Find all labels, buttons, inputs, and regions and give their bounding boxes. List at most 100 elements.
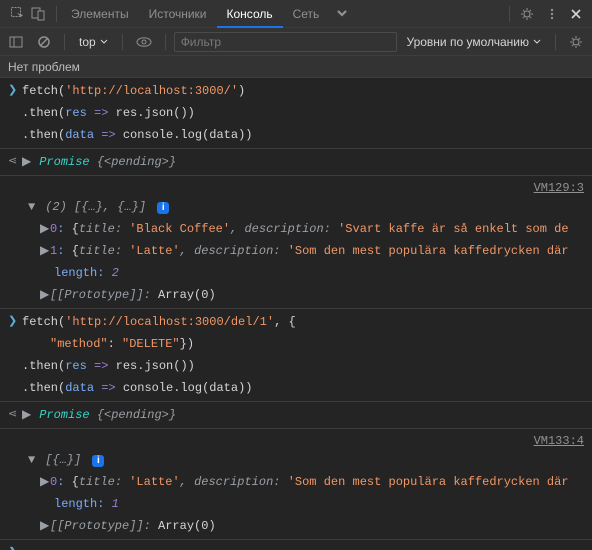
array-item[interactable]: ▶0: {title: 'Latte', description: 'Som d…: [0, 471, 592, 493]
console-output: ❯ fetch('http://localhost:3000/') .then(…: [0, 78, 592, 550]
code-text: res: [65, 106, 87, 120]
log-array-summary[interactable]: ▼ (2) [{…}, {…}] i: [0, 196, 592, 218]
collapse-icon[interactable]: ▼: [28, 452, 38, 468]
separator: [165, 34, 166, 50]
prop-key: [[Prototype]]: [50, 519, 144, 533]
console-input-row: .then(data => console.log(data)): [0, 377, 592, 399]
code-text: .then: [22, 106, 58, 120]
array-length: length: 2: [0, 262, 592, 284]
tab-network[interactable]: Сеть: [283, 0, 330, 28]
source-link[interactable]: VM133:4: [534, 434, 584, 448]
expand-icon[interactable]: ▶: [22, 154, 32, 170]
source-ref-row: VM129:3: [0, 178, 592, 196]
code-text: data: [209, 381, 238, 395]
code-text: res: [65, 359, 87, 373]
levels-label: Уровни по умолчанию: [407, 35, 530, 49]
filter-input[interactable]: [174, 32, 397, 52]
code-text: 'http://localhost:3000/del/1': [65, 315, 274, 329]
tab-elements[interactable]: Элементы: [61, 0, 139, 28]
tab-console[interactable]: Консоль: [217, 0, 283, 28]
object-name: Promise: [39, 408, 89, 422]
expand-icon[interactable]: ▶: [40, 287, 50, 303]
array-preview: [{…}]: [45, 453, 81, 467]
array-item[interactable]: ▶1: {title: 'Latte', description: 'Som d…: [0, 240, 592, 262]
source-link[interactable]: VM129:3: [534, 181, 584, 195]
prop-val: Array(0): [158, 288, 216, 302]
context-selector[interactable]: top: [73, 35, 114, 49]
prop-key: title:: [79, 244, 122, 258]
prop-key: description:: [244, 222, 330, 236]
expand-icon[interactable]: ▶: [40, 474, 50, 490]
console-input-row: .then(res => res.json()): [0, 355, 592, 377]
console-input-row: ❯ fetch('http://localhost:3000/del/1', {: [0, 311, 592, 333]
device-toolbar-icon[interactable]: [31, 6, 46, 21]
kebab-menu-icon[interactable]: [540, 7, 564, 21]
code-text: .then: [22, 381, 58, 395]
context-label: top: [79, 35, 96, 49]
object-name: Promise: [39, 155, 89, 169]
log-levels-selector[interactable]: Уровни по умолчанию: [401, 35, 548, 49]
inspect-element-icon[interactable]: [10, 6, 25, 21]
more-tabs-icon[interactable]: [329, 7, 355, 21]
code-text: .then: [22, 128, 58, 142]
inspect-tools: [4, 6, 52, 21]
chevron-down-icon: [533, 38, 541, 46]
prop-key: title:: [79, 475, 122, 489]
prop-val: Array(0): [158, 519, 216, 533]
input-caret-icon: ❯: [8, 83, 17, 99]
expand-icon[interactable]: ▶: [22, 407, 32, 423]
prop-val: 1: [112, 497, 119, 511]
console-input-row: .then(data => console.log(data)): [0, 124, 592, 146]
live-expression-icon[interactable]: [131, 36, 157, 48]
console-result-row[interactable]: ⋖ ▶ Promise {<pending>}: [0, 151, 592, 173]
code-text: data: [209, 128, 238, 142]
array-length: length: 1: [0, 493, 592, 515]
result-caret-icon: ⋖: [8, 407, 17, 423]
array-preview: [{…}, {…}]: [74, 200, 146, 214]
array-proto[interactable]: ▶[[Prototype]]: Array(0): [0, 515, 592, 537]
sidebar-toggle-icon[interactable]: [4, 35, 28, 49]
code-text: data: [65, 128, 94, 142]
prop-val: 'Latte': [129, 475, 179, 489]
log-array-summary[interactable]: ▼ [{…}] i: [0, 449, 592, 471]
issues-bar[interactable]: Нет проблем: [0, 56, 592, 78]
prop-val: 'Som den mest populära kaffedrycken där: [288, 244, 569, 258]
settings-icon[interactable]: [514, 7, 540, 21]
prop-key: description:: [194, 475, 280, 489]
devtools-tabbar: Элементы Источники Консоль Сеть: [0, 0, 592, 28]
tab-sources[interactable]: Источники: [139, 0, 217, 28]
result-caret-icon: ⋖: [8, 154, 17, 170]
console-input-row: ❯ fetch('http://localhost:3000/'): [0, 80, 592, 102]
expand-icon[interactable]: ▶: [40, 221, 50, 237]
code-text: .log: [173, 381, 202, 395]
info-badge-icon[interactable]: i: [157, 202, 169, 214]
close-devtools-icon[interactable]: [564, 8, 588, 20]
prop-key: [[Prototype]]: [50, 288, 144, 302]
collapse-icon[interactable]: ▼: [28, 199, 38, 215]
input-caret-icon: ❯: [8, 545, 18, 550]
clear-console-icon[interactable]: [32, 35, 56, 49]
console-toolbar: top Уровни по умолчанию: [0, 28, 592, 56]
code-text: .json: [137, 106, 173, 120]
source-ref-row: VM133:4: [0, 431, 592, 449]
separator: [555, 34, 556, 50]
separator: [56, 6, 57, 22]
code-text: fetch: [22, 84, 58, 98]
console-settings-icon[interactable]: [564, 35, 588, 49]
code-text: data: [65, 381, 94, 395]
code-text: console: [123, 128, 173, 142]
expand-icon[interactable]: ▶: [40, 518, 50, 534]
console-prompt[interactable]: ❯: [0, 542, 592, 548]
expand-icon[interactable]: ▶: [40, 243, 50, 259]
prop-key: length: [54, 497, 97, 511]
input-caret-icon: ❯: [8, 314, 17, 330]
array-item[interactable]: ▶0: {title: 'Black Coffee', description:…: [0, 218, 592, 240]
array-proto[interactable]: ▶[[Prototype]]: Array(0): [0, 284, 592, 306]
prop-key: title:: [79, 222, 122, 236]
object-state: {<pending>}: [97, 408, 176, 422]
prop-val: 'Svart kaffe är så enkelt som de: [338, 222, 568, 236]
console-result-row[interactable]: ⋖ ▶ Promise {<pending>}: [0, 404, 592, 426]
info-badge-icon[interactable]: i: [92, 455, 104, 467]
separator: [122, 34, 123, 50]
object-state: {<pending>}: [97, 155, 176, 169]
